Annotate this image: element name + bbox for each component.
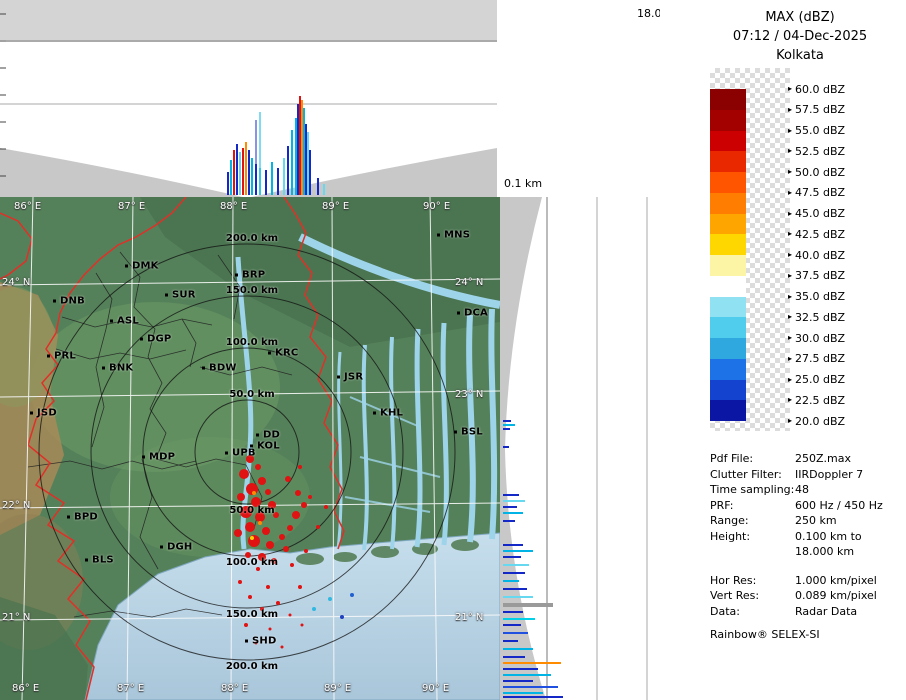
legend-band — [710, 234, 746, 255]
legend-band — [710, 89, 746, 110]
legend-band — [710, 110, 746, 131]
tick-arrow-icon: ▸ — [788, 355, 792, 363]
legend-band — [710, 151, 746, 172]
legend-band — [710, 380, 746, 401]
legend-threshold-label: ▸47.5 dBZ — [788, 186, 845, 200]
side-projection-panel — [500, 197, 660, 700]
legend-color-bands — [710, 89, 746, 421]
legend-threshold-label: ▸52.5 dBZ — [788, 144, 845, 158]
legend-threshold-label: ▸27.5 dBZ — [788, 352, 845, 366]
legend-band — [710, 338, 746, 359]
product-title: MAX (dBZ) — [694, 8, 906, 27]
info-rows: Pdf File:250Z.maxClutter Filter:IIRDoppl… — [710, 452, 906, 620]
info-row: Height:0.100 km to — [710, 530, 906, 546]
legend-band — [710, 214, 746, 235]
legend-colorbar: ▸60.0 dBZ▸57.5 dBZ▸55.0 dBZ▸52.5 dBZ▸50.… — [710, 68, 790, 431]
legend-band — [710, 172, 746, 193]
top-projection-panel — [0, 0, 497, 197]
legend-band — [710, 297, 746, 318]
tick-arrow-icon: ▸ — [788, 168, 792, 176]
tick-arrow-icon: ▸ — [788, 272, 792, 280]
legend-threshold-label: ▸40.0 dBZ — [788, 248, 845, 262]
tick-arrow-icon: ▸ — [788, 189, 792, 197]
info-row: Range:250 km — [710, 514, 906, 530]
legend-band — [710, 317, 746, 338]
info-row: Clutter Filter:IIRDoppler 7 — [710, 468, 906, 484]
info-row: 18.000 km — [710, 545, 906, 561]
legend-threshold-label: ▸37.5 dBZ — [788, 269, 845, 283]
legend-band — [710, 131, 746, 152]
tick-arrow-icon: ▸ — [788, 376, 792, 384]
tick-arrow-icon: ▸ — [788, 85, 792, 93]
tick-arrow-icon: ▸ — [788, 396, 792, 404]
legend-threshold-label: ▸42.5 dBZ — [788, 227, 845, 241]
legend-band — [710, 400, 746, 421]
legend-threshold-label: ▸32.5 dBZ — [788, 310, 845, 324]
info-row: Vert Res:0.089 km/pixel — [710, 589, 906, 605]
tick-arrow-icon: ▸ — [788, 147, 792, 155]
legend-threshold-label: ▸22.5 dBZ — [788, 393, 845, 407]
tick-arrow-icon: ▸ — [788, 230, 792, 238]
tick-arrow-icon: ▸ — [788, 313, 792, 321]
product-datetime: 07:12 / 04-Dec-2025 — [694, 27, 906, 46]
legend-threshold-label: ▸45.0 dBZ — [788, 207, 845, 221]
legend-header: MAX (dBZ) 07:12 / 04-Dec-2025 Kolkata — [660, 0, 906, 65]
tick-arrow-icon: ▸ — [788, 210, 792, 218]
legend-band — [710, 359, 746, 380]
legend-threshold-label: ▸30.0 dBZ — [788, 331, 845, 345]
tick-arrow-icon: ▸ — [788, 417, 792, 425]
legend-threshold-label: ▸35.0 dBZ — [788, 290, 845, 304]
legend-threshold-label: ▸60.0 dBZ — [788, 82, 845, 96]
legend-panel: MAX (dBZ) 07:12 / 04-Dec-2025 Kolkata ▸6… — [660, 0, 906, 700]
software-credit: Rainbow® SELEX-SI — [710, 628, 906, 641]
legend-threshold-label: ▸20.0 dBZ — [788, 414, 845, 428]
radar-viewer-screen: 18.0 km 0.1 km — [0, 0, 906, 700]
product-info: Pdf File:250Z.maxClutter Filter:IIRDoppl… — [710, 452, 906, 641]
info-row: Hor Res:1.000 km/pixel — [710, 574, 906, 590]
tick-arrow-icon: ▸ — [788, 106, 792, 114]
legend-band — [710, 276, 746, 297]
tick-arrow-icon: ▸ — [788, 127, 792, 135]
info-row: PRF:600 Hz / 450 Hz — [710, 499, 906, 515]
legend-band — [710, 193, 746, 214]
tick-arrow-icon: ▸ — [788, 293, 792, 301]
legend-threshold-label: ▸57.5 dBZ — [788, 103, 845, 117]
side-projection-canvas — [500, 197, 660, 700]
top-projection-canvas — [0, 0, 497, 197]
legend-threshold-label: ▸25.0 dBZ — [788, 373, 845, 387]
legend-threshold-label: ▸50.0 dBZ — [788, 165, 845, 179]
legend-threshold-label: ▸55.0 dBZ — [788, 124, 845, 138]
radar-map-canvas — [0, 197, 500, 700]
info-row: Data:Radar Data — [710, 605, 906, 621]
tick-arrow-icon: ▸ — [788, 251, 792, 259]
radar-map-panel: MNSDMKBRPSURDNBASLDCADGPPRLKRCBNKBDWJSRK… — [0, 197, 500, 700]
height-axis-min-label: 0.1 km — [504, 177, 542, 190]
radar-site-name: Kolkata — [694, 46, 906, 65]
legend-band — [710, 255, 746, 276]
info-row: Time sampling:48 — [710, 483, 906, 499]
info-row: Pdf File:250Z.max — [710, 452, 906, 468]
tick-arrow-icon: ▸ — [788, 334, 792, 342]
